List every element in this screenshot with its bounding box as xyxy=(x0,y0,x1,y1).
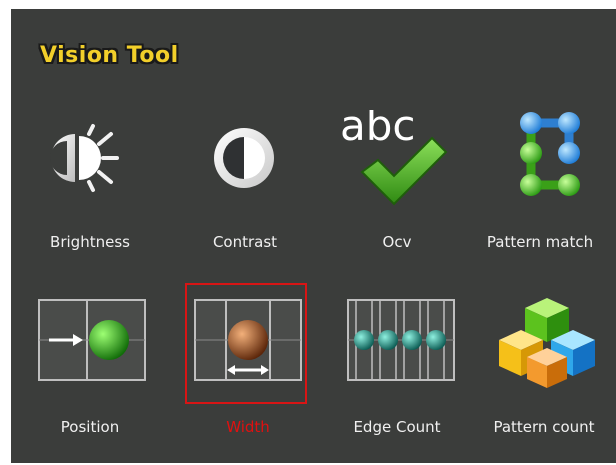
pattern-count-icon xyxy=(499,298,595,388)
edge-count-icon xyxy=(347,299,455,381)
tool-pattern-count[interactable]: Pattern count xyxy=(487,290,616,465)
tool-label: Position xyxy=(60,418,120,436)
tool-label: Width xyxy=(226,418,270,436)
tool-label: Contrast xyxy=(212,233,278,251)
tool-label: Pattern count xyxy=(493,418,595,436)
tool-label: Pattern match xyxy=(486,233,594,251)
ocv-icon-text: abc xyxy=(340,110,416,150)
tool-edge-count[interactable]: Edge Count xyxy=(332,290,462,465)
tool-brightness[interactable]: Brightness xyxy=(25,110,155,285)
panel-title: Vision Tool xyxy=(40,43,179,68)
tool-label: Edge Count xyxy=(353,418,441,436)
ocv-icon: abc xyxy=(340,110,448,206)
tool-label: Ocv xyxy=(382,233,412,251)
position-icon xyxy=(38,299,146,381)
tool-width[interactable]: Width xyxy=(183,290,313,465)
contrast-icon xyxy=(214,128,274,188)
brightness-icon xyxy=(50,124,119,192)
tool-pattern-match[interactable]: Pattern match xyxy=(487,110,616,285)
tool-ocv[interactable]: abc Ocv xyxy=(332,110,462,285)
pattern-match-icon xyxy=(520,112,580,196)
tool-label: Brightness xyxy=(50,233,130,251)
tool-position[interactable]: Position xyxy=(25,290,155,465)
tool-contrast[interactable]: Contrast xyxy=(180,110,310,285)
width-icon xyxy=(194,299,302,381)
